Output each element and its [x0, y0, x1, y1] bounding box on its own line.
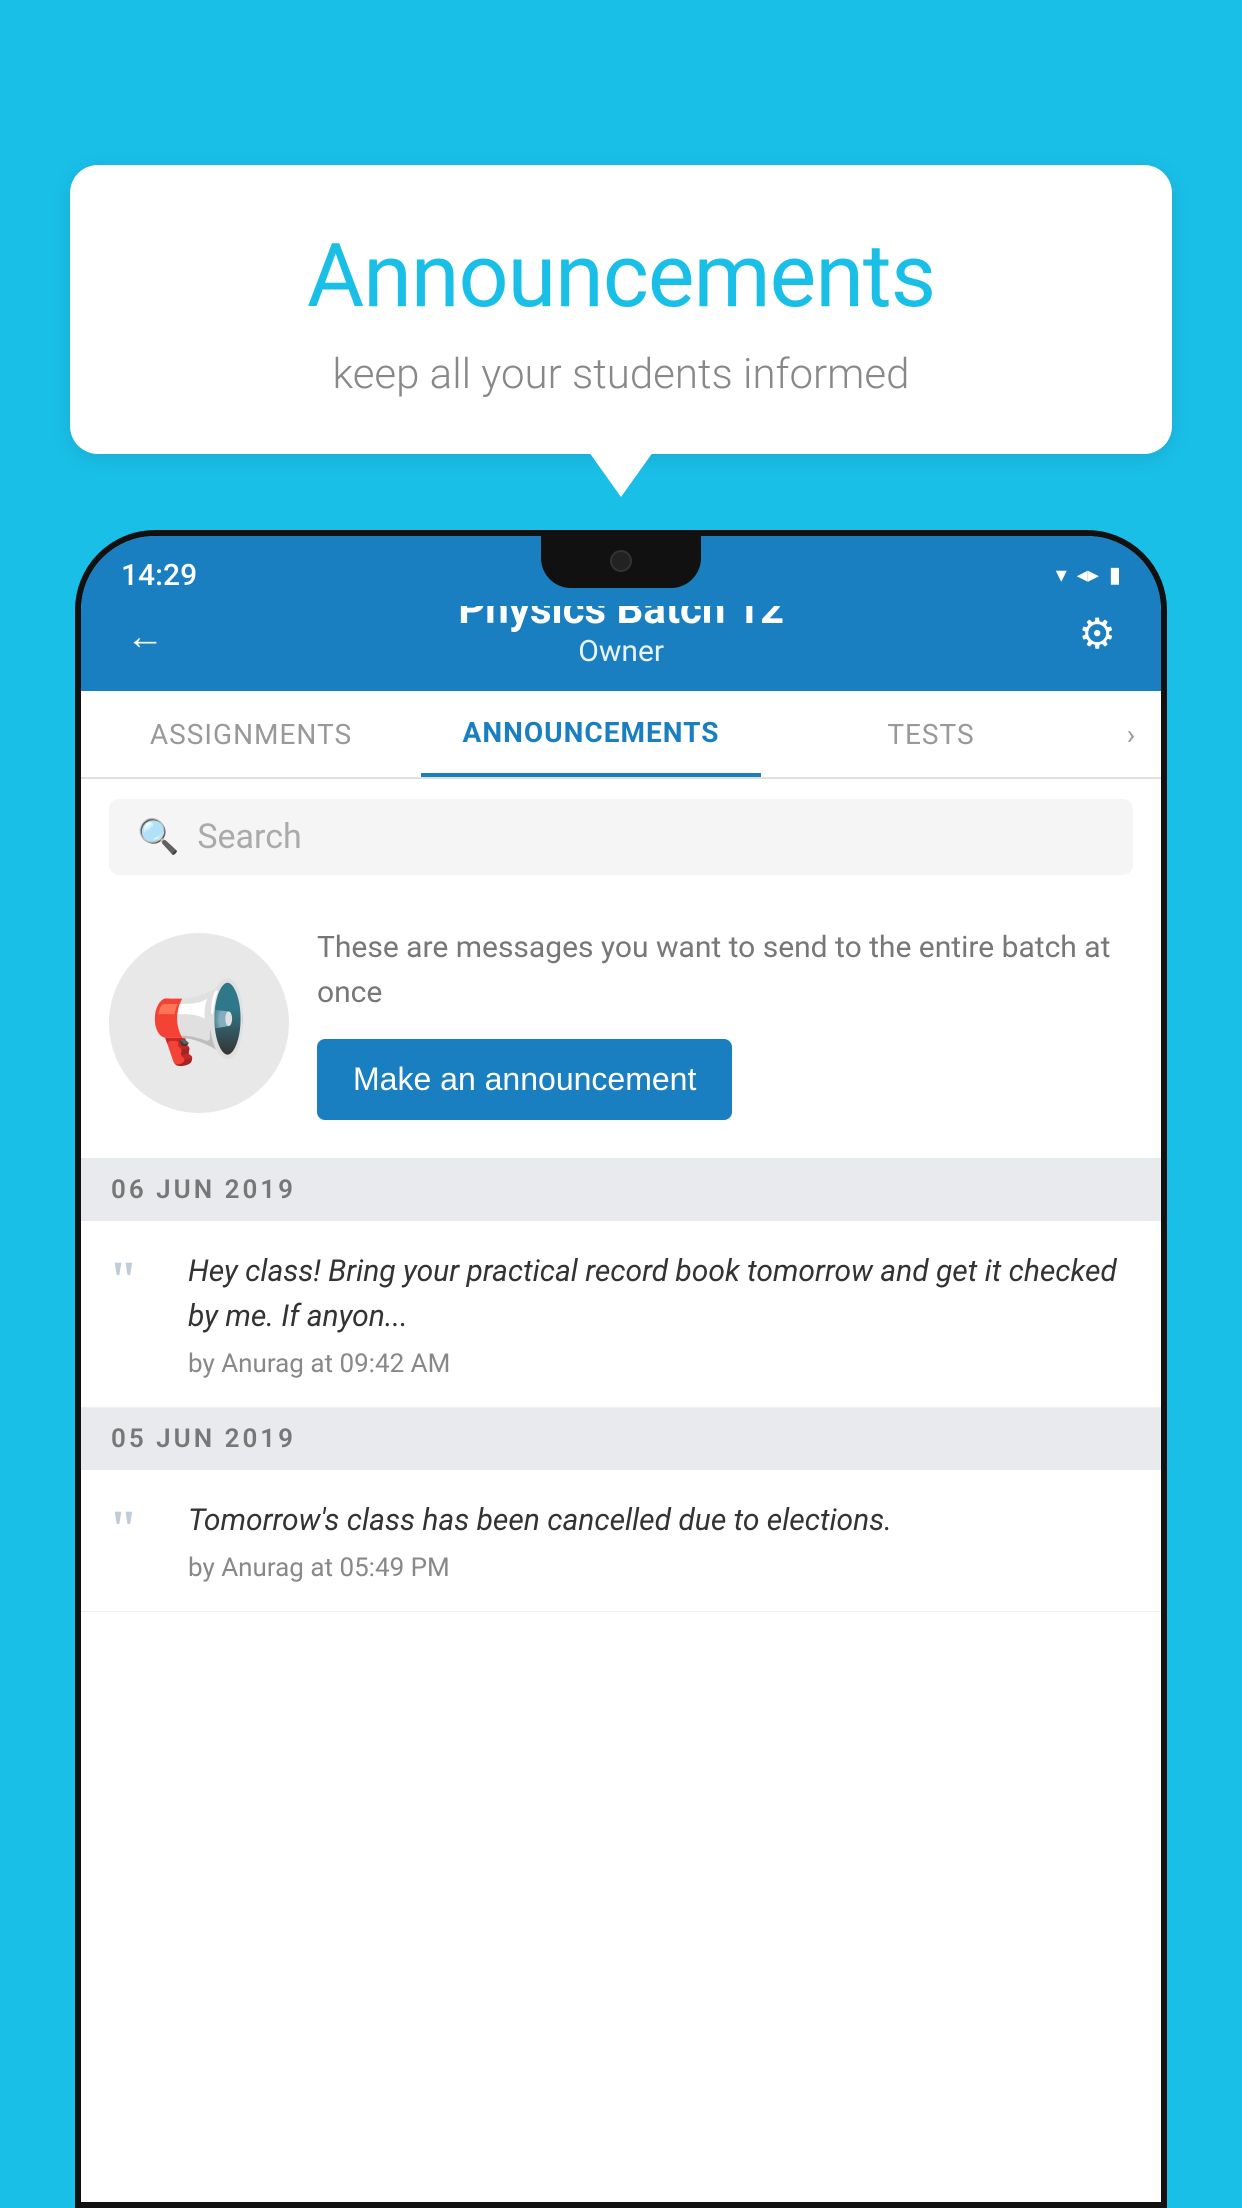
- speech-bubble-container: Announcements keep all your students inf…: [70, 165, 1172, 497]
- status-time: 14:29: [121, 558, 197, 593]
- announcement-text-1: Hey class! Bring your practical record b…: [188, 1249, 1133, 1339]
- quote-icon-2: ": [109, 1504, 164, 1556]
- power-button: [1161, 856, 1167, 986]
- promo-icon-circle: 📢: [109, 933, 289, 1113]
- bubble-title: Announcements: [130, 225, 1112, 328]
- search-icon: 🔍: [137, 817, 179, 857]
- tab-assignments[interactable]: ASSIGNMENTS: [81, 691, 421, 777]
- search-input[interactable]: Search: [197, 817, 301, 857]
- date-separator-2: 05 JUN 2019: [81, 1408, 1161, 1470]
- promo-content: These are messages you want to send to t…: [317, 925, 1133, 1120]
- notch: [541, 536, 701, 588]
- camera: [610, 550, 632, 572]
- app-content: 14:29 ▾ ◂▸ ▮ ← Physics Batch 12 Owner ⚙ …: [81, 536, 1161, 2202]
- announcement-meta-2: by Anurag at 05:49 PM: [188, 1553, 1133, 1583]
- announcement-text-2: Tomorrow's class has been cancelled due …: [188, 1498, 1133, 1543]
- date-separator-1: 06 JUN 2019: [81, 1159, 1161, 1221]
- wifi-icon: ▾: [1056, 563, 1067, 588]
- phone-frame: 14:29 ▾ ◂▸ ▮ ← Physics Batch 12 Owner ⚙ …: [75, 530, 1167, 2208]
- bubble-subtitle: keep all your students informed: [130, 350, 1112, 399]
- announcement-text-block-2: Tomorrow's class has been cancelled due …: [188, 1498, 1133, 1583]
- quote-icon: ": [109, 1255, 164, 1307]
- announcement-meta-1: by Anurag at 09:42 AM: [188, 1349, 1133, 1379]
- announcement-promo: 📢 These are messages you want to send to…: [81, 895, 1161, 1159]
- megaphone-icon: 📢: [149, 976, 249, 1070]
- tabs-more[interactable]: ›: [1101, 691, 1161, 777]
- header-subtitle: Owner: [174, 634, 1068, 669]
- tab-tests[interactable]: TESTS: [761, 691, 1101, 777]
- battery-icon: ▮: [1109, 563, 1121, 588]
- announcement-item-2[interactable]: " Tomorrow's class has been cancelled du…: [81, 1470, 1161, 1612]
- settings-icon[interactable]: ⚙: [1068, 599, 1126, 669]
- promo-description: These are messages you want to send to t…: [317, 925, 1133, 1015]
- search-bar[interactable]: 🔍 Search: [109, 799, 1133, 875]
- announcement-item-1[interactable]: " Hey class! Bring your practical record…: [81, 1221, 1161, 1408]
- signal-icon: ◂▸: [1077, 563, 1099, 588]
- tab-announcements[interactable]: ANNOUNCEMENTS: [421, 691, 761, 777]
- make-announcement-button[interactable]: Make an announcement: [317, 1039, 732, 1120]
- tabs-bar: ASSIGNMENTS ANNOUNCEMENTS TESTS ›: [81, 691, 1161, 779]
- search-container: 🔍 Search: [81, 779, 1161, 895]
- announcement-text-block-1: Hey class! Bring your practical record b…: [188, 1249, 1133, 1379]
- speech-bubble-tail: [589, 452, 653, 497]
- back-button[interactable]: ←: [116, 605, 174, 669]
- speech-bubble: Announcements keep all your students inf…: [70, 165, 1172, 454]
- status-icons: ▾ ◂▸ ▮: [1056, 563, 1121, 588]
